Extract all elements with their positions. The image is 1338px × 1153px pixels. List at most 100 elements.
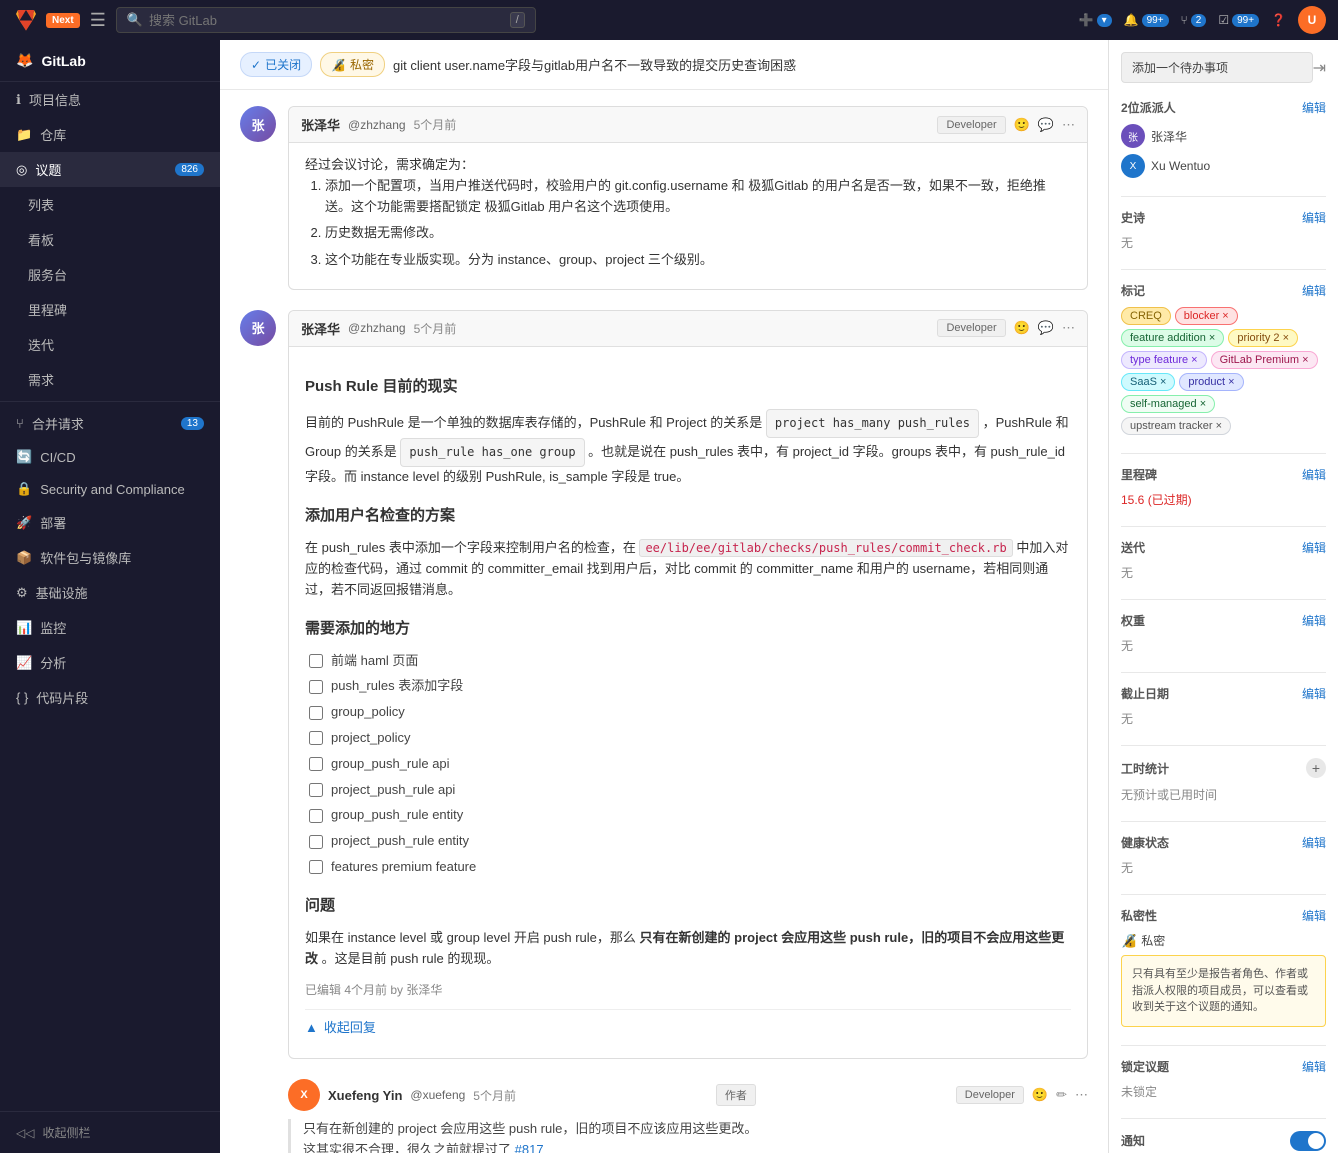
collapse-replies-button[interactable]: ▲ 收起回复 (305, 1009, 1071, 1047)
sidebar-item-cicd[interactable]: 🔄 CI/CD (0, 441, 220, 473)
comment-2-role: Developer (937, 319, 1005, 337)
checkbox-1[interactable] (309, 654, 323, 668)
milestone-edit-button[interactable]: 编辑 (1302, 466, 1326, 483)
sidebar-item-snippets[interactable]: { } 代码片段 (0, 680, 220, 715)
security-icon: 🔒 (16, 481, 32, 497)
reply-icon-2[interactable]: 💬 (1038, 320, 1054, 336)
plus-button[interactable]: ➕ ▾ (1079, 13, 1112, 27)
merge-badge: 2 (1191, 14, 1207, 27)
sidebar-item-issues[interactable]: ◎ 议题 826 (0, 152, 220, 187)
emoji-icon-2[interactable]: 🙂 (1014, 320, 1030, 336)
lock-title: 锁定议题 (1121, 1058, 1169, 1075)
label-creq[interactable]: CREQ (1121, 307, 1171, 325)
label-feature-addition[interactable]: feature addition × (1121, 329, 1224, 347)
labels-edit-button[interactable]: 编辑 (1302, 282, 1326, 299)
more-icon-sub[interactable]: ⋯ (1075, 1087, 1088, 1103)
assignees-edit-button[interactable]: 编辑 (1302, 99, 1326, 116)
merge-button[interactable]: ⑂ 2 (1181, 13, 1207, 27)
label-product[interactable]: product × (1179, 373, 1243, 391)
lock-edit-button[interactable]: 编辑 (1302, 1058, 1326, 1075)
sidebar-item-analytics[interactable]: 📈 分析 (0, 645, 220, 680)
expand-panel-icon[interactable]: ⇥ (1313, 58, 1326, 78)
sidebar-item-project-info[interactable]: ℹ 项目信息 (0, 82, 220, 117)
checklist-item-9: features premium feature (309, 857, 1071, 878)
epic-edit-button[interactable]: 编辑 (1302, 209, 1326, 226)
sidebar-item-repo[interactable]: 📁 仓库 (0, 117, 220, 152)
assignee-2: X Xu Wentuo (1121, 154, 1326, 178)
time-add-button[interactable]: + (1306, 758, 1326, 778)
checkbox-9[interactable] (309, 860, 323, 874)
collapse-sidebar-button[interactable]: ◁◁ 收起侧栏 (0, 1111, 220, 1153)
health-edit-button[interactable]: 编辑 (1302, 834, 1326, 851)
notification-toggle[interactable] (1290, 1131, 1326, 1151)
label-blocker[interactable]: blocker × (1175, 307, 1238, 325)
sidebar-item-infrastructure[interactable]: ⚙ 基础设施 (0, 575, 220, 610)
sidebar-item-deploy[interactable]: 🚀 部署 (0, 505, 220, 540)
iteration-edit-button[interactable]: 编辑 (1302, 539, 1326, 556)
label-upstream-tracker[interactable]: upstream tracker × (1121, 417, 1231, 435)
sub-comment-role-dev: Developer (956, 1086, 1024, 1104)
checkbox-2[interactable] (309, 680, 323, 694)
next-badge: Next (46, 13, 80, 28)
sub-comment-author: Xuefeng Yin (328, 1088, 402, 1103)
sidebar-item-requirements[interactable]: 需求 (0, 362, 220, 397)
iteration-header: 送代 编辑 (1121, 539, 1326, 556)
comment-1-actions[interactable]: 🙂 💬 ⋯ (1014, 117, 1075, 133)
sidebar-item-monitor[interactable]: 📊 监控 (0, 610, 220, 645)
emoji-icon-sub[interactable]: 🙂 (1032, 1087, 1048, 1103)
sidebar-item-iterations[interactable]: 迭代 (0, 327, 220, 362)
reply-icon[interactable]: 💬 (1038, 117, 1054, 133)
todo-button[interactable]: ☑ 99+ (1218, 13, 1259, 27)
help-button[interactable]: ❓ (1271, 13, 1286, 27)
sidebar-item-milestones[interactable]: 里程碑 (0, 292, 220, 327)
search-input[interactable] (149, 13, 504, 28)
problem-desc: 如果在 instance level 或 group level 开启 push… (305, 928, 1071, 970)
push-rule-desc: 目前的 PushRule 是一个单独的数据库表存储的，PushRule 和 Pr… (305, 409, 1071, 488)
more-icon-2[interactable]: ⋯ (1062, 320, 1075, 336)
sidebar-item-packages[interactable]: 📦 软件包与镜像库 (0, 540, 220, 575)
sub-comment-actions[interactable]: 🙂 ✏ ⋯ (1032, 1087, 1088, 1103)
checkbox-8[interactable] (309, 835, 323, 849)
checkbox-4[interactable] (309, 731, 323, 745)
bell-button[interactable]: 🔔 99+ (1124, 13, 1169, 27)
sidebar-label-issues: 议题 (35, 160, 61, 179)
checkbox-5[interactable] (309, 757, 323, 771)
sidebar-item-servicedesk[interactable]: 服务台 (0, 257, 220, 292)
privacy-edit-button[interactable]: 编辑 (1302, 907, 1326, 924)
sidebar-app-name: GitLab (41, 53, 85, 69)
label-gitlab-premium[interactable]: GitLab Premium × (1211, 351, 1318, 369)
label-priority[interactable]: priority 2 × (1228, 329, 1298, 347)
sidebar-item-board[interactable]: 看板 (0, 222, 220, 257)
assignees-title: 2位派派人 (1121, 99, 1176, 116)
search-bar[interactable]: 🔍 / (116, 7, 536, 33)
issue-link-817[interactable]: #817 (515, 1142, 544, 1153)
todo-button[interactable]: 添加一个待办事项 (1121, 52, 1313, 83)
section-push-rule: Push Rule 目前的现实 (305, 375, 1071, 399)
mr-count-badge: 13 (181, 417, 204, 430)
weight-title: 权重 (1121, 612, 1145, 629)
edit-icon-sub[interactable]: ✏ (1056, 1087, 1067, 1103)
checkbox-6[interactable] (309, 783, 323, 797)
milestone-header: 里程碑 编辑 (1121, 466, 1326, 483)
collapse-replies-label: 收起回复 (324, 1018, 376, 1039)
comment-2-actions[interactable]: 🙂 💬 ⋯ (1014, 320, 1075, 336)
main-layout: 🦊 GitLab ℹ 项目信息 📁 仓库 ◎ 议题 826 列表 看板 服务台 … (0, 40, 1338, 1153)
hamburger-menu[interactable]: ☰ (90, 10, 106, 31)
sidebar-item-list[interactable]: 列表 (0, 187, 220, 222)
user-avatar[interactable]: U (1298, 6, 1326, 34)
label-self-managed[interactable]: self-managed × (1121, 395, 1215, 413)
more-icon[interactable]: ⋯ (1062, 117, 1075, 133)
label-saas[interactable]: SaaS × (1121, 373, 1175, 391)
emoji-icon[interactable]: 🙂 (1014, 117, 1030, 133)
checkbox-7[interactable] (309, 809, 323, 823)
label-type-feature[interactable]: type feature × (1121, 351, 1207, 369)
sidebar-item-merge-requests[interactable]: ⑂ 合并请求 13 (0, 406, 220, 441)
analytics-icon: 📈 (16, 655, 32, 671)
sidebar-item-security[interactable]: 🔒 Security and Compliance (0, 473, 220, 505)
due-date-edit-button[interactable]: 编辑 (1302, 685, 1326, 702)
weight-edit-button[interactable]: 编辑 (1302, 612, 1326, 629)
privacy-title: 私密性 (1121, 907, 1157, 924)
checkbox-3[interactable] (309, 706, 323, 720)
sidebar-label-monitor: 监控 (40, 618, 66, 637)
privacy-label: 私密 (1141, 932, 1165, 949)
